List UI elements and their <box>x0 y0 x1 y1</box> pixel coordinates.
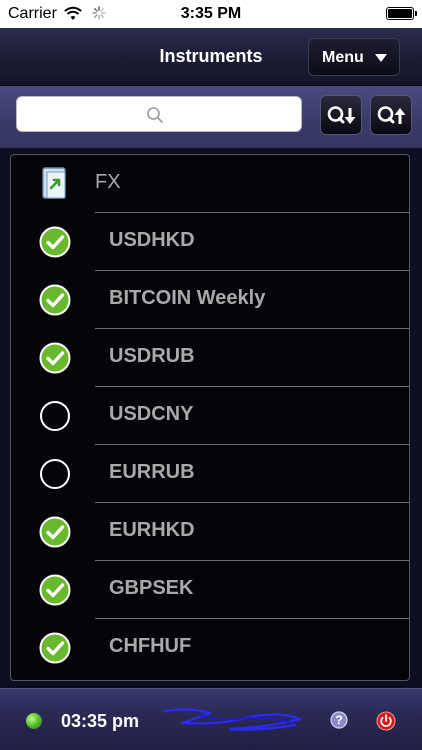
dropdown-arrow-icon <box>375 54 387 62</box>
instrument-row-chfhuf[interactable]: CHFHUF <box>11 619 409 677</box>
svg-text:?: ? <box>335 713 342 727</box>
menu-button-label: Menu <box>322 49 364 66</box>
instrument-row-usdrub[interactable]: USDRUB <box>11 329 409 387</box>
search-icon <box>147 107 163 123</box>
navigation-bar: Instruments Menu <box>0 28 422 86</box>
scribble-logo-icon <box>163 708 302 731</box>
checked-icon[interactable] <box>39 516 71 548</box>
folder-icon <box>42 167 66 199</box>
instrument-label: USDHKD <box>109 229 195 251</box>
instrument-label: USDRUB <box>109 345 195 367</box>
group-row-fx[interactable]: FX <box>11 155 409 213</box>
checked-icon[interactable] <box>39 574 71 606</box>
instrument-label: EURHKD <box>109 519 195 541</box>
help-icon[interactable]: ? <box>330 711 348 729</box>
search-field[interactable] <box>16 96 302 132</box>
group-label: FX <box>95 171 121 193</box>
battery-icon <box>386 7 417 20</box>
instrument-list[interactable]: FX USDHKD BITCOIN Weekly USDRUB USDCNY E… <box>10 154 410 681</box>
instrument-row-usdcny[interactable]: USDCNY <box>11 387 409 445</box>
instrument-label: EURRUB <box>109 461 195 483</box>
bottom-toolbar: 03:35 pm ? <box>0 688 422 750</box>
instrument-row-gbpsek[interactable]: GBPSEK <box>11 561 409 619</box>
instrument-label: USDCNY <box>109 403 194 425</box>
unchecked-icon[interactable] <box>39 400 71 432</box>
sort-descending-button[interactable] <box>320 95 362 135</box>
menu-button[interactable]: Menu <box>308 38 400 76</box>
instrument-label: BITCOIN Weekly <box>109 287 266 309</box>
search-toolbar <box>0 86 422 148</box>
connection-status-icon <box>26 713 42 729</box>
search-up-arrow-icon <box>377 106 406 124</box>
instrument-row-eurrub[interactable]: EURRUB <box>11 445 409 503</box>
instrument-row-bitcoin-weekly[interactable]: BITCOIN Weekly <box>11 271 409 329</box>
status-time: 3:35 PM <box>180 5 242 22</box>
instrument-label: CHFHUF <box>109 635 192 657</box>
checked-icon[interactable] <box>39 226 71 258</box>
search-down-arrow-icon <box>327 106 356 124</box>
instrument-label: GBPSEK <box>109 577 194 599</box>
instrument-row-eurhkd[interactable]: EURHKD <box>11 503 409 561</box>
clock-label: 03:35 pm <box>61 711 140 731</box>
status-bar: Carrier 3:35 PM <box>0 0 422 28</box>
instrument-list-area: FX USDHKD BITCOIN Weekly USDRUB USDCNY E… <box>0 148 422 688</box>
power-icon[interactable] <box>376 711 396 731</box>
unchecked-icon[interactable] <box>39 458 71 490</box>
instrument-row-usdhkd[interactable]: USDHKD <box>11 213 409 271</box>
checked-icon[interactable] <box>39 342 71 374</box>
sort-ascending-button[interactable] <box>370 95 412 135</box>
checked-icon[interactable] <box>39 632 71 664</box>
checked-icon[interactable] <box>39 284 71 316</box>
